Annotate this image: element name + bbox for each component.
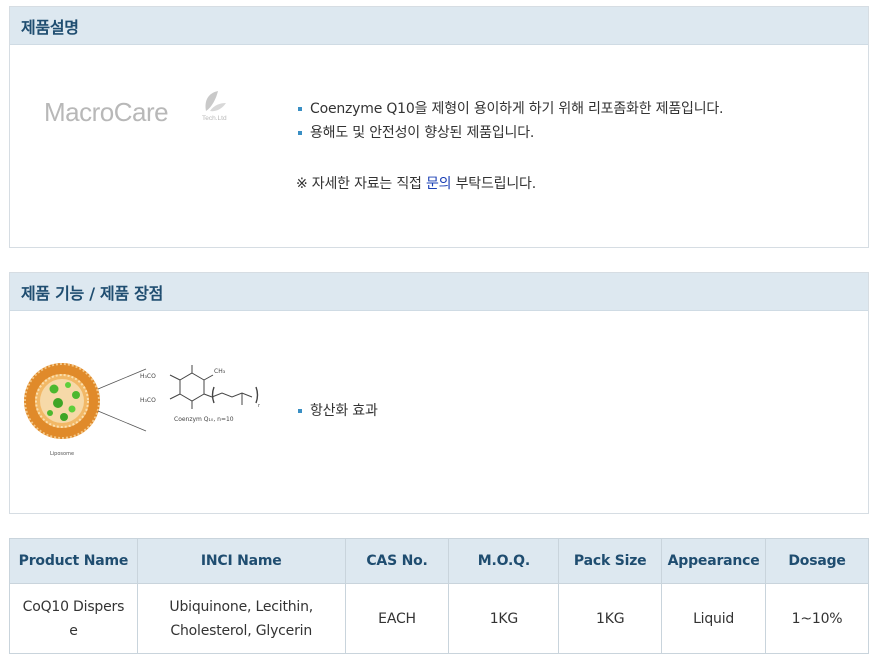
product-description-header: 제품설명 xyxy=(10,7,868,45)
macrocare-logo: MacroCare Tech.Ltd xyxy=(44,89,244,129)
liposome-illustration xyxy=(24,363,100,439)
cell-cas-no: EACH xyxy=(344,583,450,654)
leaf-icon xyxy=(205,91,226,112)
col-header-inci-name: INCI Name xyxy=(136,538,346,584)
col-header-moq: M.O.Q. xyxy=(448,538,560,584)
col-header-dosage: Dosage xyxy=(765,538,869,584)
product-description-title: 제품설명 xyxy=(21,17,79,37)
col-header-cas-no: CAS No. xyxy=(344,538,450,584)
coq10-caption: Coenzym Q₁₀, n=10 xyxy=(174,416,234,423)
cell-moq: 1KG xyxy=(448,583,560,654)
list-item: Coenzyme Q10을 제형이 용이하게 하기 위해 리포좀화한 제품입니다… xyxy=(296,97,724,121)
note-prefix: ※ 자세한 자료는 직접 xyxy=(296,176,426,192)
logo-text: MacroCare xyxy=(44,97,169,127)
h3co-top-label: H₃CO xyxy=(140,373,156,380)
cell-inci-name: Ubiquinone, Lecithin, Cholesterol, Glyce… xyxy=(136,583,346,654)
product-function-title: 제품 기능 / 제품 장점 xyxy=(21,283,163,303)
product-description-section: 제품설명 MacroCare Tech.Ltd Coenzyme Q10을 제형… xyxy=(9,6,869,248)
ch3-label: CH₃ xyxy=(214,368,226,375)
inquiry-note: ※ 자세한 자료는 직접 문의 부탁드립니다. xyxy=(296,173,536,193)
col-header-appearance: Appearance xyxy=(661,538,767,584)
description-bullet-list: Coenzyme Q10을 제형이 용이하게 하기 위해 리포좀화한 제품입니다… xyxy=(296,97,724,145)
liposome-coq10-diagram: Liposome H₃CO H₃CO CH₃ n Coenzym Q₁₀, n=… xyxy=(24,363,260,457)
table-row: CoQ10 Disperse Ubiquinone, Lecithin, Cho… xyxy=(9,583,869,654)
product-function-header: 제품 기능 / 제품 장점 xyxy=(10,273,868,311)
note-suffix: 부탁드립니다. xyxy=(451,176,537,192)
cell-appearance: Liquid xyxy=(661,583,767,654)
list-item: 항산화 효과 xyxy=(296,399,378,423)
inquiry-link[interactable]: 문의 xyxy=(426,176,452,192)
col-header-product-name: Product Name xyxy=(9,538,138,584)
table-header-row: Product Name INCI Name CAS No. M.O.Q. Pa… xyxy=(9,538,869,584)
logo-subtext: Tech.Ltd xyxy=(202,115,227,122)
liposome-label: Liposome xyxy=(50,451,74,457)
n-label: n xyxy=(258,403,260,409)
list-item: 용해도 및 안전성이 향상된 제품입니다. xyxy=(296,121,723,145)
cell-pack-size: 1KG xyxy=(558,583,663,654)
product-spec-table: Product Name INCI Name CAS No. M.O.Q. Pa… xyxy=(9,538,869,654)
cell-dosage: 1~10% xyxy=(765,583,869,654)
col-header-pack-size: Pack Size xyxy=(558,538,663,584)
h3co-bottom-label: H₃CO xyxy=(140,397,156,404)
product-function-section: 제품 기능 / 제품 장점 Liposome H₃CO H₃CO CH₃ n C… xyxy=(9,272,869,514)
function-bullet-list: 항산화 효과 xyxy=(296,399,378,423)
cell-product-name: CoQ10 Disperse xyxy=(9,583,138,654)
